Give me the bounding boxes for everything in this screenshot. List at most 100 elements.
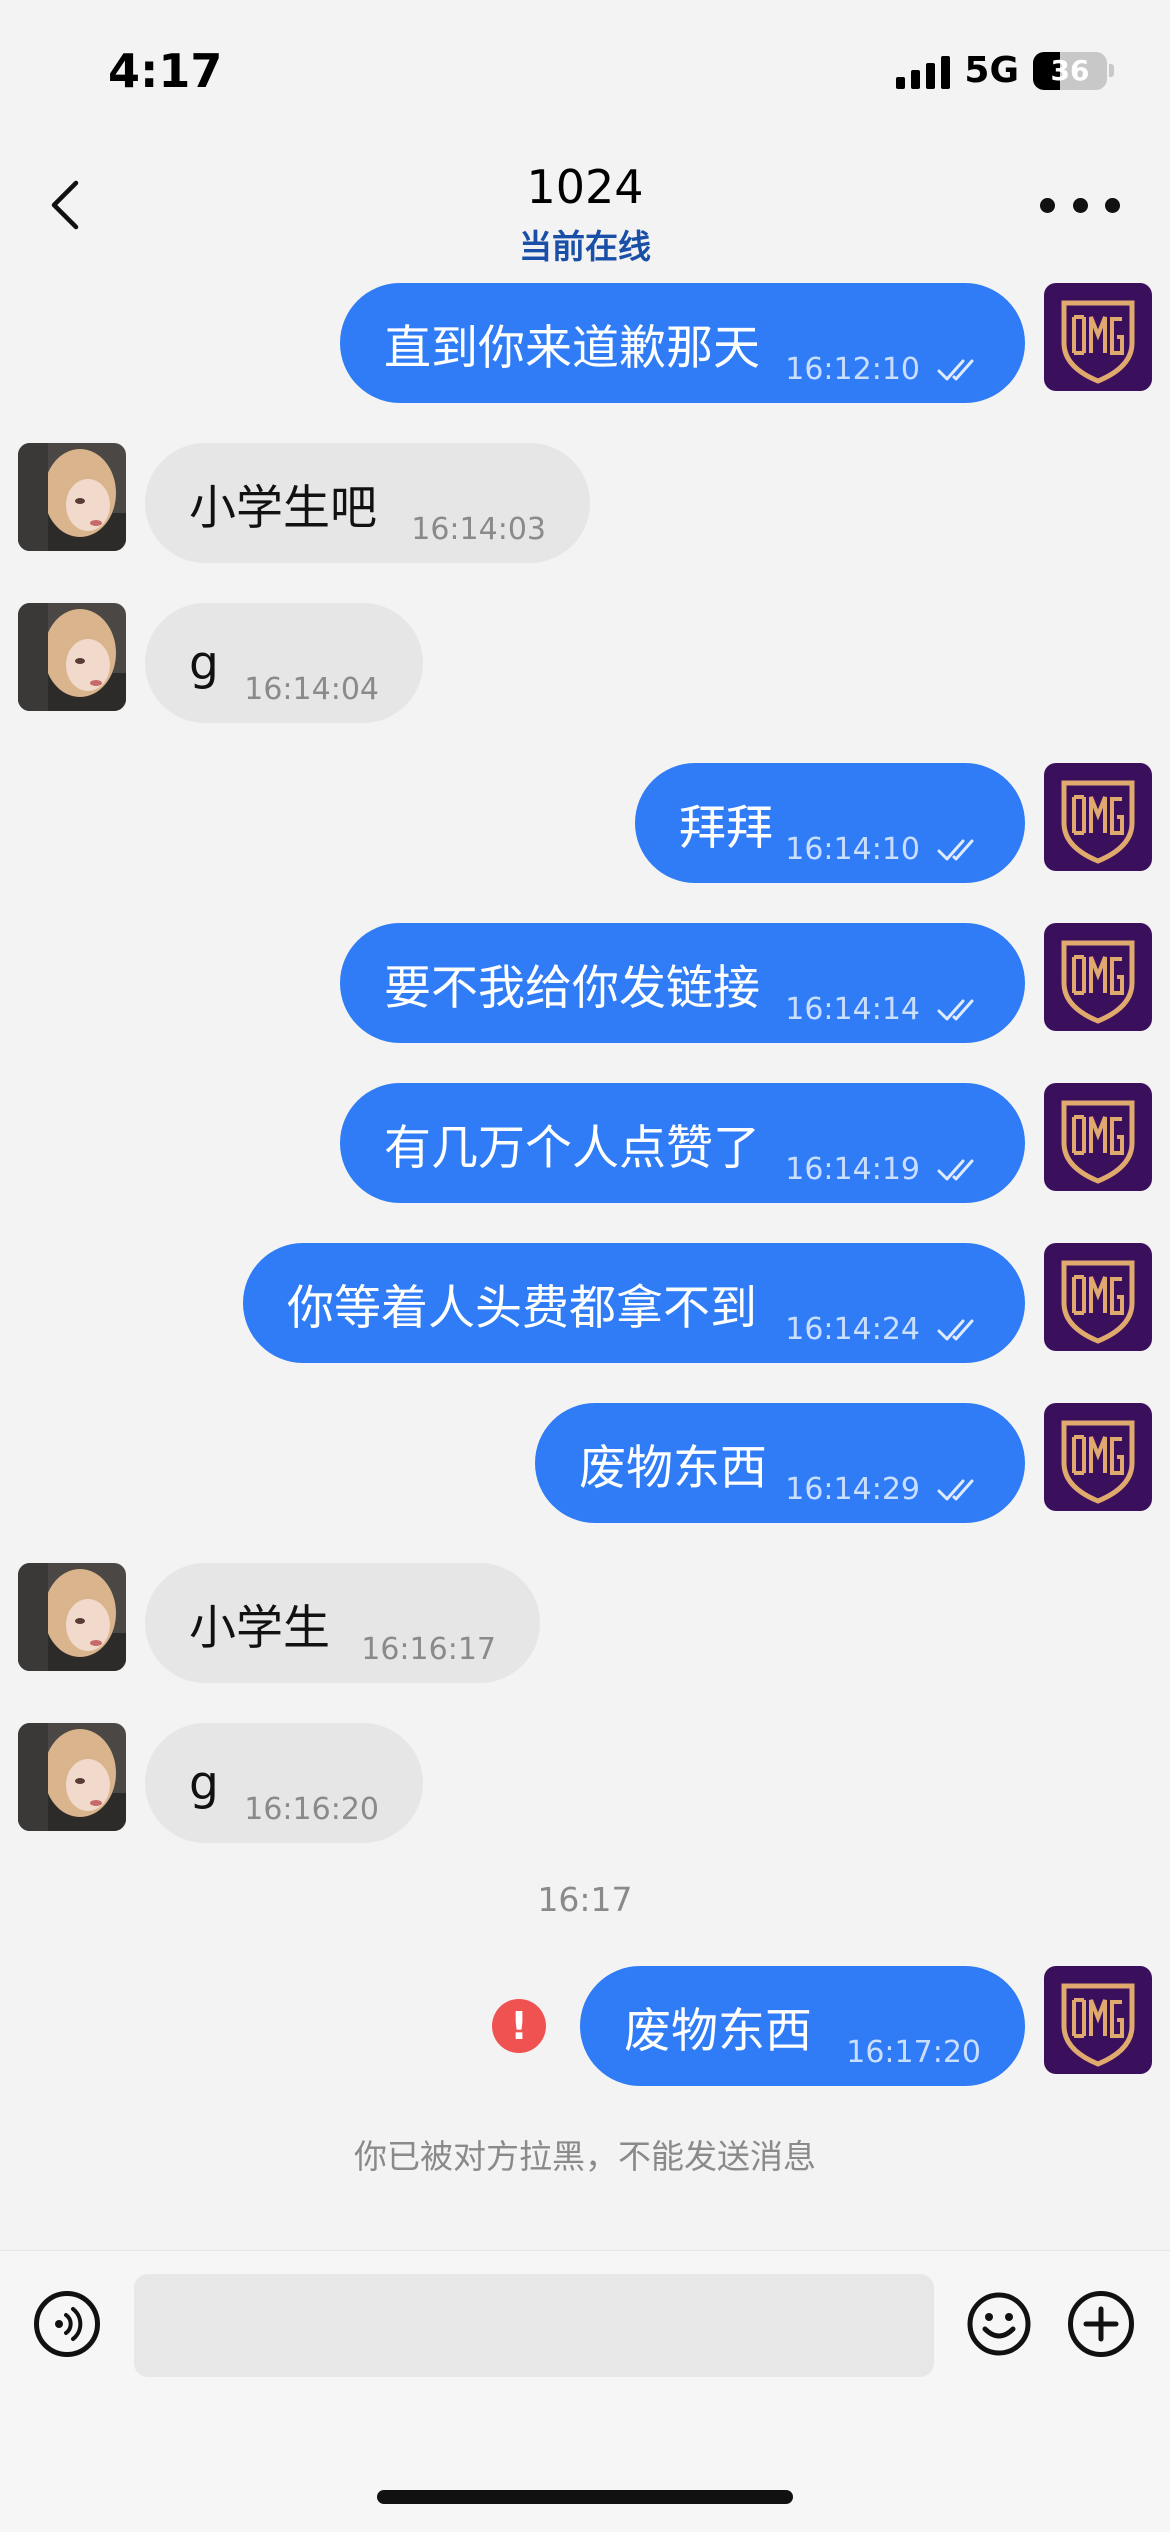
- status-time: 4:17: [108, 44, 223, 98]
- my-avatar[interactable]: [1044, 283, 1152, 391]
- message-bubble[interactable]: 要不我给你发链接 16:14:14: [340, 923, 1025, 1043]
- team-logo-image: [1044, 923, 1152, 1031]
- double-check-icon: [937, 1479, 974, 1501]
- outgoing-message[interactable]: 直到你来道歉那天 16:12:10: [0, 283, 1170, 403]
- outgoing-message[interactable]: 你等着人头费都拿不到 16:14:24: [0, 1243, 1170, 1363]
- status-indicators: 5G 36: [896, 50, 1114, 91]
- plus-icon: [1083, 2306, 1119, 2342]
- message-bubble[interactable]: 小学生吧 16:14:03: [145, 443, 590, 563]
- message-bubble[interactable]: 小学生 16:16:17: [145, 1563, 540, 1683]
- my-avatar[interactable]: [1044, 923, 1152, 1031]
- voice-button[interactable]: [34, 2291, 100, 2357]
- contact-avatar[interactable]: [18, 1563, 126, 1671]
- message-text: 有几万个人点赞了: [384, 1120, 760, 1176]
- contact-avatar[interactable]: [18, 1723, 126, 1831]
- user-photo-image: [18, 443, 126, 551]
- outgoing-message[interactable]: 要不我给你发链接 16:14:14: [0, 923, 1170, 1043]
- contact-avatar[interactable]: [18, 603, 126, 711]
- message-time: 16:14:03: [411, 512, 546, 547]
- contact-avatar[interactable]: [18, 443, 126, 551]
- message-time: 16:14:19: [785, 1152, 920, 1187]
- message-text: 拜拜: [679, 800, 773, 856]
- message-text: 直到你来道歉那天: [384, 320, 760, 376]
- message-bubble[interactable]: 直到你来道歉那天 16:12:10: [340, 283, 1025, 403]
- emoji-icon: [967, 2292, 1031, 2356]
- more-dot: [1040, 197, 1055, 213]
- system-notice: 你已被对方拉黑，不能发送消息: [354, 2137, 816, 2176]
- message-bubble[interactable]: 你等着人头费都拿不到 16:14:24: [243, 1243, 1025, 1363]
- message-time: 16:14:04: [244, 672, 379, 707]
- message-time: 16:12:10: [785, 352, 920, 387]
- more-dot: [1072, 197, 1088, 213]
- message-bubble[interactable]: 拜拜 16:14:10: [635, 763, 1025, 883]
- read-receipt-icon: [937, 1477, 983, 1503]
- message-text: 小学生: [189, 1600, 330, 1656]
- signal-icon: [896, 53, 951, 89]
- message-bubble[interactable]: g 16:16:20: [145, 1723, 423, 1843]
- incoming-message[interactable]: g 16:14:04: [0, 603, 1170, 723]
- emoji-button[interactable]: [966, 2291, 1032, 2357]
- double-check-icon: [937, 839, 974, 861]
- message-time: 16:14:29: [785, 1472, 920, 1507]
- message-bubble[interactable]: 有几万个人点赞了 16:14:19: [340, 1083, 1025, 1203]
- team-logo-image: [1044, 1403, 1152, 1511]
- my-avatar[interactable]: [1044, 1243, 1152, 1351]
- team-logo-image: [1044, 283, 1152, 391]
- my-avatar[interactable]: [1044, 1083, 1152, 1191]
- read-receipt-icon: [937, 1157, 983, 1183]
- message-text: 小学生吧: [189, 480, 377, 536]
- user-photo-image: [18, 603, 126, 711]
- double-check-icon: [937, 359, 974, 381]
- send-failed-icon[interactable]: !: [492, 1999, 546, 2053]
- message-time: 16:14:10: [785, 832, 920, 867]
- team-logo-image: [1044, 1083, 1152, 1191]
- message-bubble[interactable]: g 16:14:04: [145, 603, 423, 723]
- message-time: 16:17:20: [846, 2035, 981, 2070]
- message-bubble[interactable]: 废物东西 16:14:29: [535, 1403, 1025, 1523]
- plus-button[interactable]: [1068, 2291, 1134, 2357]
- chat-header: 1024 当前在线: [0, 150, 1170, 275]
- message-text: g: [189, 1755, 219, 1811]
- battery-icon: 36: [1033, 51, 1107, 90]
- message-text: 废物东西: [579, 1440, 767, 1496]
- battery-level: 36: [1050, 54, 1090, 87]
- message-bubble[interactable]: 废物东西 16:17:20: [580, 1966, 1025, 2086]
- team-logo-image: [1044, 763, 1152, 871]
- voice-icon: [55, 2307, 83, 2341]
- message-input[interactable]: [134, 2274, 934, 2377]
- incoming-message[interactable]: 小学生 16:16:17: [0, 1563, 1170, 1683]
- chat-screen: 4:17 5G 36 1024 当前在线 直到你来道歉那天 16:12:10 小…: [0, 0, 1170, 2532]
- message-time: 16:14:24: [785, 1312, 920, 1347]
- outgoing-message[interactable]: 拜拜 16:14:10: [0, 763, 1170, 883]
- double-check-icon: [937, 1319, 974, 1341]
- message-time: 16:16:17: [361, 1632, 496, 1667]
- message-text: 要不我给你发链接: [384, 960, 760, 1016]
- outgoing-message[interactable]: 废物东西 16:14:29: [0, 1403, 1170, 1523]
- more-button[interactable]: [1040, 190, 1120, 220]
- double-check-icon: [937, 1159, 974, 1181]
- network-type: 5G: [964, 50, 1019, 91]
- battery-tip: [1109, 64, 1114, 77]
- team-logo-image: [1044, 1243, 1152, 1351]
- message-time: 16:14:14: [785, 992, 920, 1027]
- message-text: 废物东西: [624, 2003, 812, 2059]
- contact-name[interactable]: 1024: [0, 160, 1170, 214]
- message-text: 你等着人头费都拿不到: [287, 1280, 757, 1336]
- outgoing-message[interactable]: 废物东西 16:17:20!: [0, 1966, 1170, 2086]
- status-bar: 4:17 5G 36: [0, 0, 1170, 150]
- my-avatar[interactable]: [1044, 763, 1152, 871]
- home-indicator: [377, 2490, 793, 2504]
- message-time: 16:16:20: [244, 1792, 379, 1827]
- my-avatar[interactable]: [1044, 1403, 1152, 1511]
- read-receipt-icon: [937, 1317, 983, 1343]
- more-dot: [1105, 197, 1120, 213]
- incoming-message[interactable]: g 16:16:20: [0, 1723, 1170, 1843]
- read-receipt-icon: [937, 357, 983, 383]
- read-receipt-icon: [937, 997, 983, 1023]
- time-divider: 16:17: [537, 1880, 633, 1919]
- my-avatar[interactable]: [1044, 1966, 1152, 2074]
- user-photo-image: [18, 1563, 126, 1671]
- message-text: g: [189, 635, 219, 691]
- outgoing-message[interactable]: 有几万个人点赞了 16:14:19: [0, 1083, 1170, 1203]
- incoming-message[interactable]: 小学生吧 16:14:03: [0, 443, 1170, 563]
